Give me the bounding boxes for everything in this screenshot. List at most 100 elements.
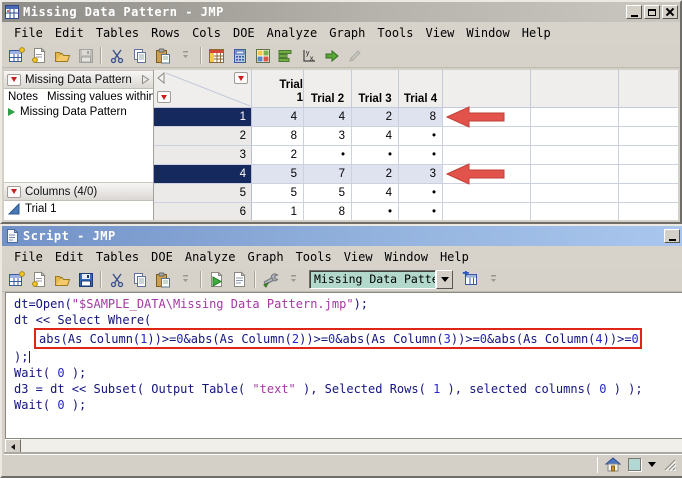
script-document-button[interactable] bbox=[229, 270, 250, 290]
new-data-table-button[interactable] bbox=[6, 270, 27, 290]
menu1-graph[interactable]: Graph bbox=[323, 24, 371, 42]
calculator-button[interactable] bbox=[229, 46, 250, 66]
menu1-window[interactable]: Window bbox=[460, 24, 515, 42]
table-row-5[interactable]: 5 5 5 4 • bbox=[154, 184, 678, 203]
menu2-edit[interactable]: Edit bbox=[49, 248, 90, 266]
column-header-trial-2[interactable]: Trial 2 bbox=[304, 70, 352, 108]
row-number-cell[interactable]: 4 bbox=[154, 165, 252, 184]
table-row-3[interactable]: 3 2 • • • bbox=[154, 146, 678, 165]
script-line-1[interactable]: dt=Open("$SAMPLE_DATA\Missing Data Patte… bbox=[14, 296, 682, 312]
table-panel-header[interactable]: Missing Data Pattern bbox=[4, 70, 153, 89]
menu1-cols[interactable]: Cols bbox=[186, 24, 227, 42]
copy-button[interactable] bbox=[129, 270, 150, 290]
cell[interactable]: 4 bbox=[252, 108, 304, 127]
cell[interactable]: 8 bbox=[399, 108, 443, 127]
menu1-analyze[interactable]: Analyze bbox=[261, 24, 324, 42]
columns-panel-menu-button[interactable] bbox=[7, 185, 21, 198]
open-button[interactable] bbox=[52, 46, 73, 66]
menu1-tools[interactable]: Tools bbox=[371, 24, 419, 42]
close-button[interactable] bbox=[662, 5, 678, 19]
toolbar-overflow-button[interactable] bbox=[175, 270, 196, 290]
row-number-cell[interactable]: 3 bbox=[154, 146, 252, 165]
cell[interactable]: 5 bbox=[252, 184, 304, 203]
run-script-button[interactable] bbox=[206, 270, 227, 290]
menu2-tables[interactable]: Tables bbox=[90, 248, 145, 266]
paste-button[interactable] bbox=[152, 46, 173, 66]
script-line-5[interactable]: Wait( 0 ); bbox=[14, 365, 682, 381]
cell[interactable]: • bbox=[399, 146, 443, 165]
menu1-tables[interactable]: Tables bbox=[90, 24, 145, 42]
graph-builder-button[interactable] bbox=[275, 46, 296, 66]
cell[interactable]: • bbox=[352, 203, 399, 220]
combo-dropdown-button[interactable] bbox=[436, 270, 453, 289]
cell[interactable]: 8 bbox=[304, 203, 352, 220]
home-icon[interactable] bbox=[605, 457, 621, 472]
toolbar-overflow-button[interactable] bbox=[175, 46, 196, 66]
toolbar-overflow-button[interactable] bbox=[483, 270, 504, 290]
columns-panel-header[interactable]: Columns (4/0) bbox=[4, 182, 153, 201]
combo-value[interactable]: Missing Data Pattern bbox=[309, 270, 436, 289]
panel-collapse-icon[interactable] bbox=[141, 74, 150, 85]
menu1-doe[interactable]: DOE bbox=[227, 24, 261, 42]
cell[interactable]: 4 bbox=[352, 127, 399, 146]
cell[interactable]: • bbox=[399, 203, 443, 220]
table-row-6[interactable]: 6 1 8 • • bbox=[154, 203, 678, 220]
preferences-button[interactable] bbox=[260, 270, 281, 290]
cut-button[interactable] bbox=[106, 46, 127, 66]
columns-menu-button[interactable] bbox=[234, 72, 248, 84]
table-script-item[interactable]: Missing Data Pattern bbox=[4, 104, 153, 120]
window1-titlebar[interactable]: Missing Data Pattern - JMP bbox=[2, 2, 680, 22]
window2-titlebar[interactable]: Script - JMP bbox=[2, 226, 682, 246]
script-line-6[interactable]: d3 = dt << Subset( Output Table( "text" … bbox=[14, 381, 682, 397]
menu2-graph[interactable]: Graph bbox=[241, 248, 289, 266]
fit-y-by-x-button[interactable]: yx bbox=[298, 46, 319, 66]
table-row-2[interactable]: 2 8 3 4 • bbox=[154, 127, 678, 146]
menu2-file[interactable]: File bbox=[8, 248, 49, 266]
column-list-item-trial-1[interactable]: Trial 1 bbox=[4, 201, 153, 217]
current-data-table-combo[interactable]: Missing Data Pattern bbox=[309, 270, 453, 289]
menu1-rows[interactable]: Rows bbox=[145, 24, 186, 42]
resize-grip[interactable] bbox=[663, 458, 676, 471]
cell[interactable]: 7 bbox=[304, 165, 352, 184]
save-button[interactable] bbox=[75, 46, 96, 66]
rows-menu-button[interactable] bbox=[157, 91, 171, 103]
script-line-7[interactable]: Wait( 0 ); bbox=[14, 397, 682, 413]
save-button[interactable] bbox=[75, 270, 96, 290]
minimize-button[interactable] bbox=[626, 5, 642, 19]
row-number-cell[interactable]: 1 bbox=[154, 108, 252, 127]
minimize-button[interactable] bbox=[664, 229, 680, 243]
new-journal-button[interactable] bbox=[29, 46, 50, 66]
add-to-data-table-button[interactable] bbox=[460, 270, 481, 290]
cell[interactable]: 8 bbox=[252, 127, 304, 146]
open-button[interactable] bbox=[52, 270, 73, 290]
new-journal-button[interactable] bbox=[29, 270, 50, 290]
scroll-left-button[interactable] bbox=[5, 439, 21, 455]
cell[interactable]: • bbox=[352, 146, 399, 165]
distribution-button[interactable] bbox=[252, 46, 273, 66]
data-grid[interactable]: Trial 1 Trial 2 Trial 3 Trial 4 1 4 4 2 8 2 8 3 4 • 3 2… bbox=[154, 70, 678, 220]
cell[interactable]: 2 bbox=[252, 146, 304, 165]
run-button[interactable] bbox=[321, 46, 342, 66]
script-editor[interactable]: dt=Open("$SAMPLE_DATA\Missing Data Patte… bbox=[5, 292, 682, 439]
cell[interactable]: 3 bbox=[304, 127, 352, 146]
menu1-view[interactable]: View bbox=[420, 24, 461, 42]
cell[interactable]: 4 bbox=[352, 184, 399, 203]
menu2-help[interactable]: Help bbox=[434, 248, 475, 266]
cell[interactable]: • bbox=[304, 146, 352, 165]
column-header-trial-1[interactable]: Trial 1 bbox=[252, 70, 304, 108]
cell[interactable]: 5 bbox=[252, 165, 304, 184]
menu1-edit[interactable]: Edit bbox=[49, 24, 90, 42]
script-line-4[interactable]: ); bbox=[14, 349, 682, 365]
row-number-cell[interactable]: 5 bbox=[154, 184, 252, 203]
table-row-1[interactable]: 14428 bbox=[154, 108, 678, 127]
cell[interactable]: 2 bbox=[352, 165, 399, 184]
menu2-doe[interactable]: DOE bbox=[145, 248, 179, 266]
cut-button[interactable] bbox=[106, 270, 127, 290]
menu2-window[interactable]: Window bbox=[379, 248, 434, 266]
row-number-cell[interactable]: 6 bbox=[154, 203, 252, 220]
cell[interactable]: 3 bbox=[399, 165, 443, 184]
column-header-trial-3[interactable]: Trial 3 bbox=[352, 70, 399, 108]
menu2-analyze[interactable]: Analyze bbox=[179, 248, 242, 266]
cell[interactable]: • bbox=[399, 184, 443, 203]
cell[interactable]: 4 bbox=[304, 108, 352, 127]
